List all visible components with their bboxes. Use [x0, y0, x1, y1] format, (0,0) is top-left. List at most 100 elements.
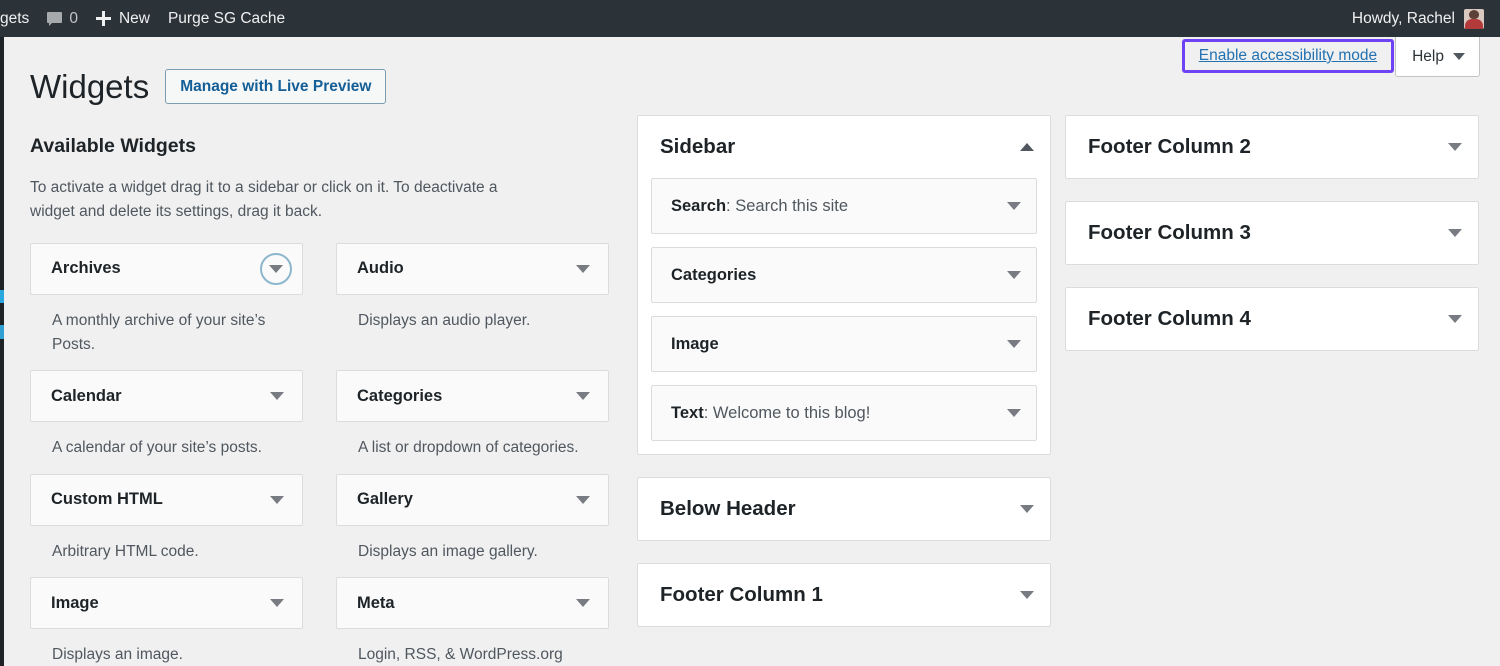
enable-accessibility-mode-label: Enable accessibility mode	[1198, 47, 1378, 64]
available-widget-title: Meta	[357, 593, 395, 612]
sidebars-middle-column: Sidebar Search: Search this site Categorie…	[637, 115, 1051, 649]
available-widget-cell: Calendar A calendar of your site’s posts.	[30, 370, 303, 474]
chevron-down-icon[interactable]	[1448, 315, 1462, 323]
assigned-widget-label: Search: Search this site	[671, 197, 1007, 216]
available-widget-meta[interactable]: Meta	[336, 577, 609, 630]
chevron-down-icon[interactable]	[576, 495, 590, 504]
admin-menu-strip[interactable]	[0, 37, 4, 666]
sidebar-panel-header-footer-column-2[interactable]: Footer Column 2	[1066, 116, 1478, 178]
available-widget-calendar[interactable]: Calendar	[30, 370, 303, 423]
assigned-widget-image[interactable]: Image	[651, 316, 1037, 372]
sidebar-panel-footer-column-1: Footer Column 1	[637, 563, 1051, 627]
available-widget-image[interactable]: Image	[30, 577, 303, 630]
help-tab[interactable]: Help	[1395, 37, 1480, 77]
admin-bar-site-label: gets	[0, 9, 30, 27]
sidebar-panel-name: Below Header	[660, 497, 796, 520]
available-widget-audio[interactable]: Audio	[336, 242, 609, 295]
chevron-down-icon	[1453, 53, 1465, 60]
chevron-down-icon	[269, 264, 283, 273]
manage-with-live-preview-button[interactable]: Manage with Live Preview	[165, 69, 387, 105]
chevron-down-icon[interactable]	[1007, 409, 1021, 417]
available-widget-cell: Gallery Displays an image gallery.	[336, 473, 609, 578]
comment-count: 0	[69, 9, 78, 27]
assigned-widget-instance-title: : Search this site	[726, 196, 849, 215]
chevron-down-icon[interactable]	[576, 392, 590, 401]
admin-bar-comments[interactable]: 0	[38, 0, 87, 37]
chevron-down-icon[interactable]	[1007, 202, 1021, 210]
admin-menu-active-marker-1	[0, 290, 4, 303]
available-widget-archives[interactable]: Archives	[30, 242, 303, 295]
admin-bar-right-group: Howdy, Rachel	[1344, 0, 1500, 37]
sidebar-panel-header-sidebar[interactable]: Sidebar	[638, 116, 1050, 178]
available-widget-categories[interactable]: Categories	[336, 370, 609, 423]
chevron-down-icon[interactable]	[1007, 340, 1021, 348]
page-header: Widgets Manage with Live Preview	[30, 67, 387, 107]
admin-bar-left-group: gets 0 New Purge SG Cache	[0, 0, 294, 37]
admin-bar: gets 0 New Purge SG Cache Howdy, Rachel	[0, 0, 1500, 37]
sidebar-panel-footer-column-2: Footer Column 2	[1065, 115, 1479, 179]
chevron-up-icon[interactable]	[1020, 143, 1034, 151]
available-widgets-grid: Archives A monthly archive of your site’s…	[30, 242, 610, 666]
available-widget-title: Custom HTML	[51, 490, 163, 509]
sidebar-panel-name: Sidebar	[660, 135, 736, 158]
user-avatar	[1464, 8, 1484, 29]
admin-bar-purge-sg-cache[interactable]: Purge SG Cache	[159, 0, 294, 37]
comment-bubble-icon	[47, 12, 63, 26]
widget-toggle-button[interactable]	[260, 252, 292, 285]
sidebar-panel-header-footer-column-4[interactable]: Footer Column 4	[1066, 288, 1478, 350]
available-widgets-description: To activate a widget drag it to a sideba…	[30, 179, 498, 221]
chevron-down-icon[interactable]	[270, 495, 284, 504]
chevron-down-icon[interactable]	[1020, 505, 1034, 513]
chevron-down-icon[interactable]	[270, 599, 284, 608]
available-widget-description: Displays an image.	[52, 646, 183, 664]
admin-bar-new[interactable]: New	[87, 0, 159, 37]
assigned-widget-search[interactable]: Search: Search this site	[651, 178, 1037, 234]
assigned-widget-type: Search	[671, 196, 727, 215]
chevron-down-icon[interactable]	[270, 392, 284, 401]
sidebar-panel-footer-column-3: Footer Column 3	[1065, 201, 1479, 265]
sidebar-panel-below-header: Below Header	[637, 477, 1051, 541]
sidebar-panel-header-below-header[interactable]: Below Header	[638, 478, 1050, 540]
sidebar-panel-header-footer-column-3[interactable]: Footer Column 3	[1066, 202, 1478, 264]
chevron-down-icon[interactable]	[1448, 229, 1462, 237]
chevron-down-icon[interactable]	[1448, 143, 1462, 151]
available-widget-description: A list or dropdown of categories.	[358, 439, 579, 457]
sidebar-panel-header-footer-column-1[interactable]: Footer Column 1	[638, 564, 1050, 626]
available-widget-description: Arbitrary HTML code.	[52, 542, 199, 560]
sidebars-right-column: Footer Column 2 Footer Column 3 Footer Col…	[1065, 115, 1479, 373]
available-widget-description: Displays an image gallery.	[358, 542, 538, 560]
sidebar-panel-name: Footer Column 1	[660, 583, 823, 606]
help-label: Help	[1412, 47, 1444, 65]
available-widget-description: A monthly archive of your site’s Posts.	[52, 311, 266, 353]
page-wrap: Enable accessibility mode Help Widgets M…	[4, 37, 1500, 666]
chevron-down-icon[interactable]	[1007, 271, 1021, 279]
chevron-down-icon[interactable]	[1020, 591, 1034, 599]
sidebar-panel-name: Footer Column 2	[1088, 135, 1251, 158]
sidebar-panel-footer-column-4: Footer Column 4	[1065, 287, 1479, 351]
available-widgets-heading: Available Widgets	[30, 135, 196, 157]
sidebar-panel-body: Search: Search this site Categories Image T…	[638, 178, 1050, 454]
available-widgets-column: Available Widgets To activate a widget d…	[30, 135, 610, 666]
assigned-widget-label: Image	[671, 335, 1007, 354]
admin-bar-my-account[interactable]: Howdy, Rachel	[1344, 8, 1492, 29]
assigned-widget-categories[interactable]: Categories	[651, 247, 1037, 303]
chevron-down-icon[interactable]	[576, 599, 590, 608]
assigned-widget-text[interactable]: Text: Welcome to this blog!	[651, 385, 1037, 441]
available-widget-title: Gallery	[357, 490, 413, 509]
available-widget-gallery[interactable]: Gallery	[336, 473, 609, 526]
available-widget-title: Archives	[51, 259, 121, 278]
purge-sg-cache-label: Purge SG Cache	[167, 9, 286, 27]
available-widget-custom-html[interactable]: Custom HTML	[30, 473, 303, 526]
plus-icon	[95, 11, 111, 26]
enable-accessibility-mode-button[interactable]: Enable accessibility mode	[1181, 39, 1395, 73]
available-widget-title: Categories	[357, 386, 443, 405]
available-widget-cell: Meta Login, RSS, & WordPress.org	[336, 577, 609, 666]
available-widget-cell: Archives A monthly archive of your site’s…	[30, 242, 303, 370]
chevron-down-icon[interactable]	[576, 264, 590, 273]
assigned-widget-type: Image	[671, 334, 719, 353]
available-widget-description: Displays an audio player.	[358, 311, 531, 329]
admin-bar-site-name[interactable]: gets	[0, 0, 38, 37]
admin-bar-new-label: New	[118, 9, 150, 27]
assigned-widget-type: Text	[671, 403, 704, 422]
assigned-widget-label: Categories	[671, 266, 1007, 285]
